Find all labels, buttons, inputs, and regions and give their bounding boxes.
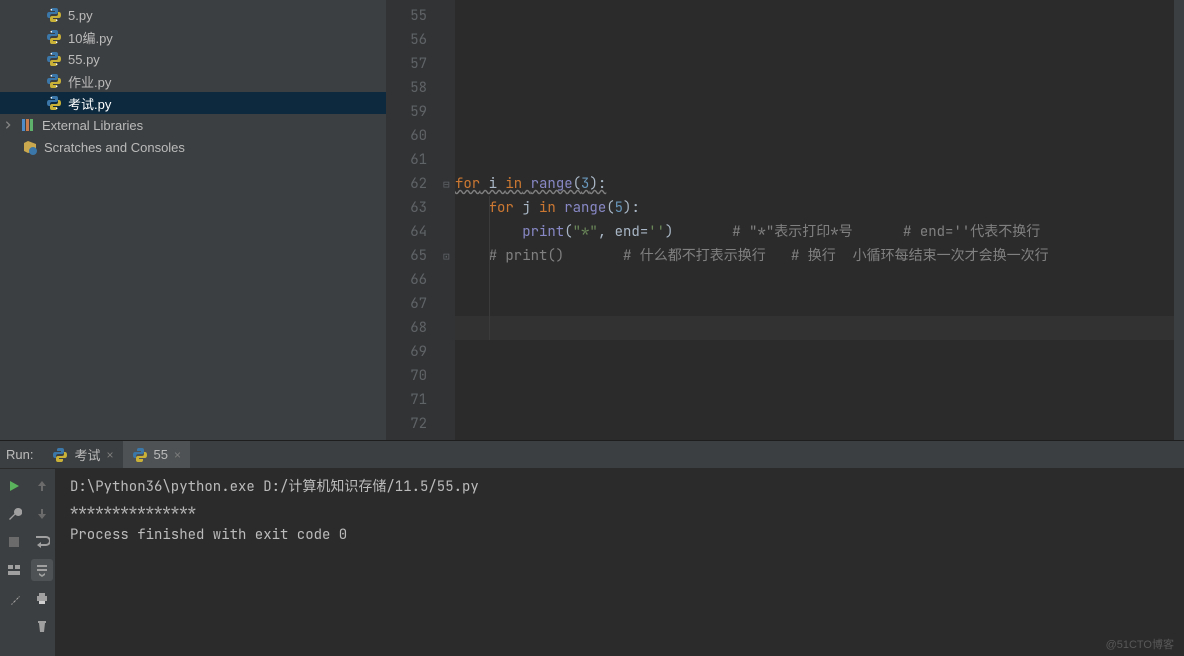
run-tool-window: Run: 考试 × 55 × [0, 440, 1184, 656]
python-file-icon [46, 95, 62, 111]
console-output[interactable]: D:\Python36\python.exe D:/计算机知识存储/11.5/5… [56, 469, 1184, 656]
stop-icon[interactable] [3, 531, 25, 553]
tree-label: External Libraries [42, 118, 143, 133]
down-arrow-icon[interactable] [31, 503, 53, 525]
tree-file-label: 10编.py [68, 28, 113, 47]
up-arrow-icon[interactable] [31, 475, 53, 497]
layout-icon[interactable] [3, 559, 25, 581]
chevron-right-icon [2, 119, 14, 131]
tree-file[interactable]: 55.py [0, 48, 386, 70]
line-number-gutter: 555657585960616263646566676869707172 [386, 0, 441, 440]
run-tab[interactable]: 考试 × [43, 441, 122, 468]
tree-file[interactable]: 10编.py [0, 26, 386, 48]
tree-file-label: 55.py [68, 52, 100, 67]
watermark: @51CTO博客 [1106, 636, 1174, 652]
scratches-icon [22, 139, 38, 155]
run-tab-label: 考试 [74, 445, 100, 464]
run-tab-active[interactable]: 55 × [123, 441, 190, 468]
tree-scratches[interactable]: Scratches and Consoles [0, 136, 386, 158]
print-icon[interactable] [31, 587, 53, 609]
python-file-icon [132, 447, 148, 463]
rerun-icon[interactable] [3, 475, 25, 497]
tree-label: Scratches and Consoles [44, 140, 185, 155]
project-tree[interactable]: 5.py 10编.py 55.py 作业.py 考试.py [0, 0, 386, 440]
tree-external-libraries[interactable]: External Libraries [0, 114, 386, 136]
tree-file[interactable]: 作业.py [0, 70, 386, 92]
run-action-column-1 [0, 469, 28, 656]
run-label: Run: [2, 441, 43, 468]
tree-file-label: 5.py [68, 8, 93, 23]
python-file-icon [46, 7, 62, 23]
library-icon [20, 117, 36, 133]
trash-icon[interactable] [31, 615, 53, 637]
tree-file-selected[interactable]: 考试.py [0, 92, 386, 114]
code-editor[interactable]: 555657585960616263646566676869707172 ⊟⊡ … [386, 0, 1184, 440]
run-action-column-2 [28, 469, 56, 656]
pin-icon[interactable] [3, 587, 25, 609]
wrench-icon[interactable] [3, 503, 25, 525]
python-file-icon [52, 447, 68, 463]
code-body[interactable]: for i in range(3): for j in range(5): pr… [455, 0, 1184, 440]
run-header: Run: 考试 × 55 × [0, 440, 1184, 469]
scroll-to-end-icon[interactable] [31, 559, 53, 581]
python-file-icon [46, 29, 62, 45]
python-file-icon [46, 51, 62, 67]
tree-file[interactable]: 5.py [0, 4, 386, 26]
tree-file-label: 考试.py [68, 94, 111, 113]
close-icon[interactable]: × [174, 448, 181, 462]
editor-scrollbar[interactable] [1174, 0, 1184, 440]
python-file-icon [46, 73, 62, 89]
run-tab-label: 55 [154, 447, 168, 462]
tree-file-label: 作业.py [68, 72, 111, 91]
close-icon[interactable]: × [106, 448, 113, 462]
soft-wrap-icon[interactable] [31, 531, 53, 553]
fold-column[interactable]: ⊟⊡ [441, 0, 455, 440]
